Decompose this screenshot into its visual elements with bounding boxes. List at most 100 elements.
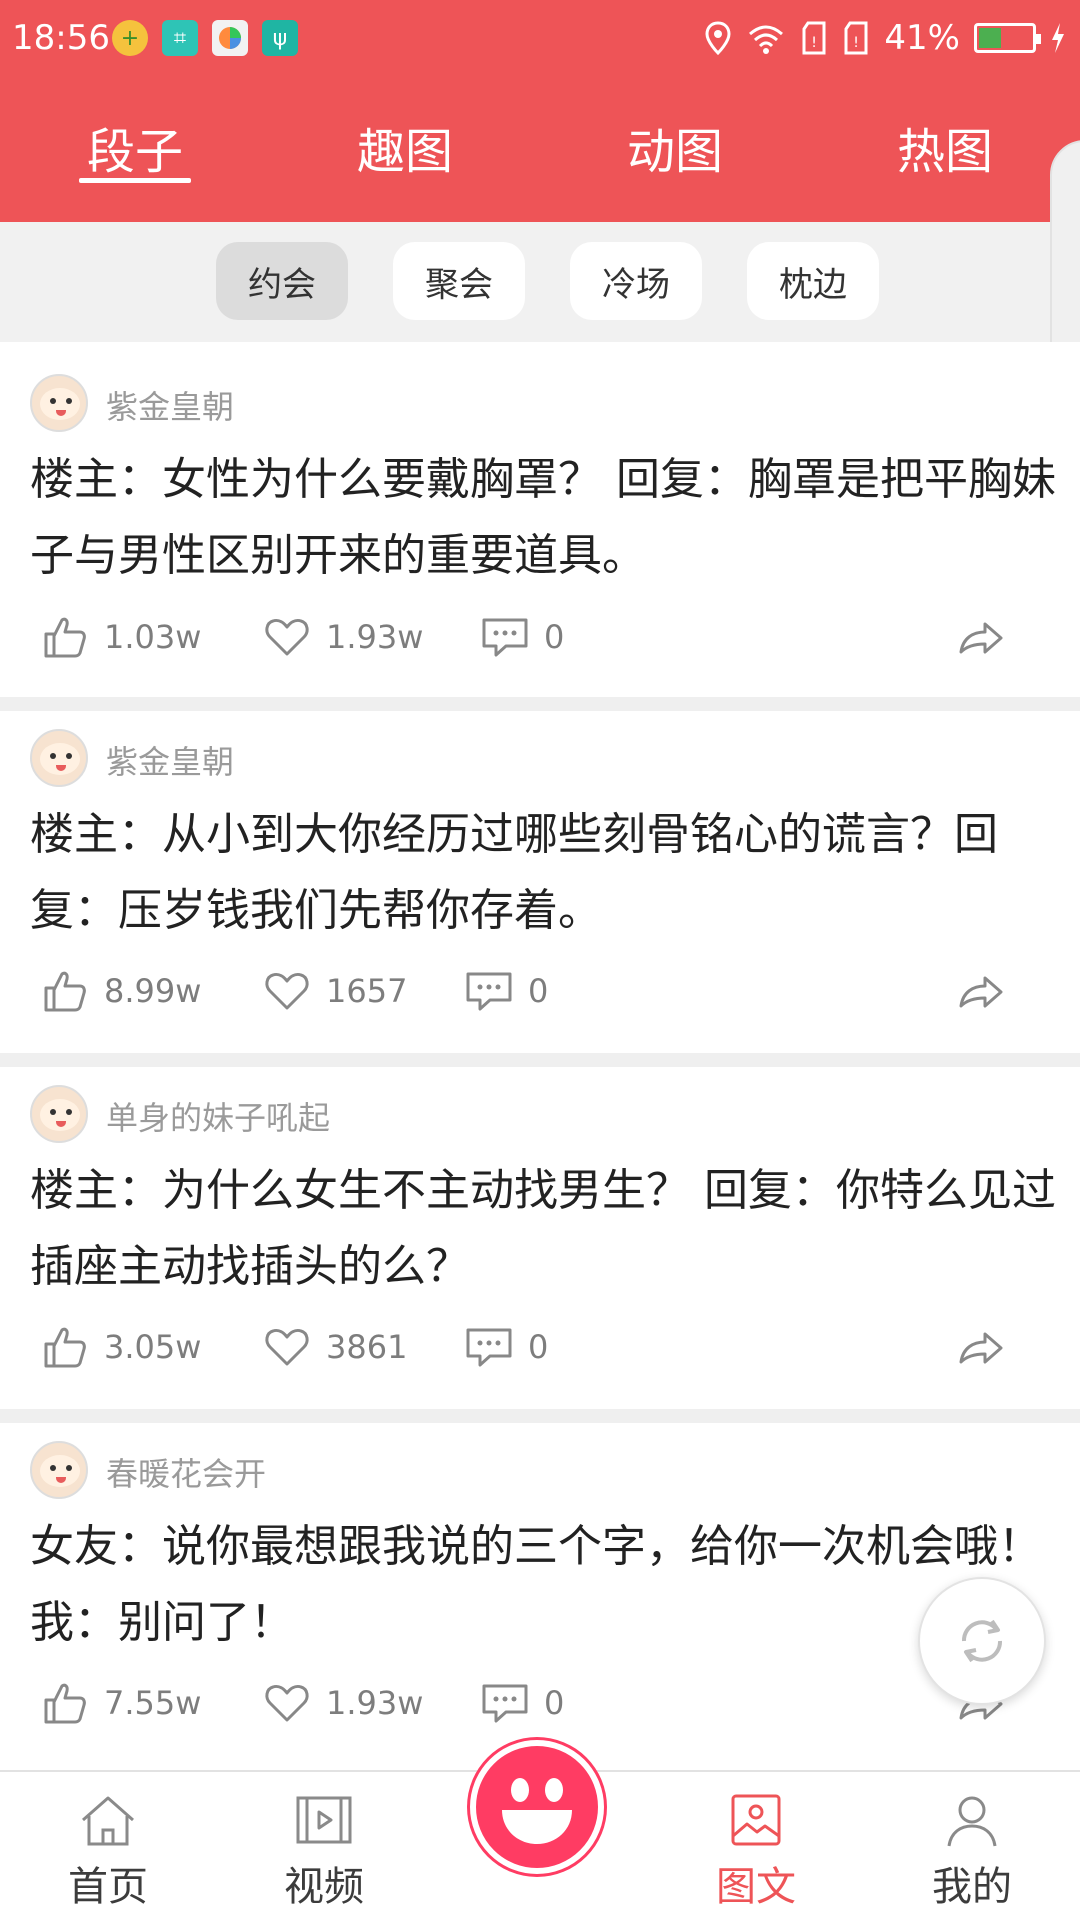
post-author[interactable]: 春暖花会开	[106, 1449, 266, 1495]
tab-dongtu[interactable]: 动图	[595, 112, 755, 182]
divider	[0, 1053, 1080, 1067]
share-button[interactable]	[955, 966, 1005, 1016]
status-right: ! ! 41%	[704, 18, 1066, 58]
location-icon	[705, 21, 731, 55]
status-time: 18:56	[12, 18, 110, 58]
like-button[interactable]: 1.03w	[40, 612, 201, 662]
comment-icon	[482, 1684, 528, 1723]
heart-icon	[265, 1685, 309, 1722]
nav-image-text-label: 图文	[716, 1864, 796, 1910]
favorite-button[interactable]: 1.93w	[262, 612, 423, 662]
nav-home[interactable]: 首页	[28, 1792, 188, 1912]
favorite-count: 1657	[326, 972, 408, 1010]
avatar[interactable]	[30, 374, 88, 432]
nav-profile[interactable]: 我的	[892, 1792, 1052, 1912]
thumbs-up-icon	[44, 1327, 86, 1368]
avatar[interactable]	[30, 1085, 88, 1143]
comment-button[interactable]: 0	[464, 1322, 548, 1372]
like-button[interactable]: 8.99w	[40, 966, 201, 1016]
share-icon	[959, 622, 1003, 654]
post-card[interactable]: 紫金皇朝 楼主：从小到大你经历过哪些刻骨铭心的谎言？回复：压岁钱我们先帮你存着。…	[0, 711, 1080, 1066]
post-author[interactable]: 紫金皇朝	[106, 382, 234, 428]
post-content[interactable]: 女友：说你最想跟我说的三个字，给你一次机会哦！ 我：别问了！	[30, 1509, 1060, 1661]
nav-video-label: 视频	[284, 1864, 364, 1910]
category-tabs: 段子 趣图 动图 热图	[0, 112, 1080, 192]
post-author[interactable]: 紫金皇朝	[106, 737, 234, 783]
comment-button[interactable]: 0	[480, 612, 564, 662]
chip-zhenbian[interactable]: 枕边	[747, 242, 879, 320]
share-icon	[959, 976, 1003, 1008]
refresh-icon	[961, 1619, 1003, 1663]
usb-icon: ψ	[262, 20, 298, 56]
app-header: 18:56 + ⌗ ψ ! ! 41% 段子 趣图 动图 热图	[0, 0, 1080, 222]
like-button[interactable]: 7.55w	[40, 1678, 201, 1728]
comment-button[interactable]: 0	[464, 966, 548, 1016]
comment-button[interactable]: 0	[480, 1678, 564, 1728]
chip-yuehui[interactable]: 约会	[216, 242, 348, 320]
like-button[interactable]: 3.05w	[40, 1322, 201, 1372]
like-count: 1.03w	[104, 618, 202, 656]
post-content[interactable]: 楼主：为什么女生不主动找男生？ 回复：你特么见过插座主动找插头的么？	[30, 1153, 1060, 1305]
share-icon	[959, 1332, 1003, 1364]
favorite-count: 3861	[326, 1328, 408, 1366]
like-count: 3.05w	[104, 1328, 202, 1366]
smiley-icon	[502, 1778, 572, 1844]
avatar[interactable]	[30, 729, 88, 787]
profile-icon	[947, 1796, 997, 1847]
notification-icons: + ⌗ ψ	[112, 20, 298, 56]
svg-text:!: !	[854, 35, 860, 51]
post-actions: 3.05w 3861 0	[0, 1322, 1080, 1382]
thumbs-up-icon	[44, 1683, 86, 1724]
share-button[interactable]	[955, 1322, 1005, 1372]
heart-icon	[265, 973, 309, 1010]
favorite-button[interactable]: 1657	[262, 966, 407, 1016]
divider	[0, 697, 1080, 711]
favorite-count: 1.93w	[326, 618, 424, 656]
center-action-button[interactable]	[470, 1740, 604, 1874]
tab-qutu[interactable]: 趣图	[325, 112, 485, 182]
nav-video[interactable]: 视频	[244, 1792, 404, 1912]
post-content[interactable]: 楼主：女性为什么要戴胸罩？ 回复：胸罩是把平胸妹子与男性区别开来的重要道具。	[30, 442, 1060, 594]
comment-count: 0	[544, 618, 565, 656]
nav-home-label: 首页	[68, 1864, 148, 1910]
post-actions: 7.55w 1.93w 0	[0, 1678, 1080, 1738]
charging-icon	[1052, 23, 1064, 53]
refresh-button[interactable]	[918, 1577, 1046, 1705]
nav-profile-label: 我的	[932, 1864, 1012, 1910]
favorite-button[interactable]: 1.93w	[262, 1678, 423, 1728]
video-icon	[296, 1796, 352, 1844]
chip-juhui[interactable]: 聚会	[393, 242, 525, 320]
subcategory-bar: 约会 聚会 冷场 枕边	[0, 222, 1080, 342]
scan-icon: ⌗	[162, 20, 198, 56]
post-content[interactable]: 楼主：从小到大你经历过哪些刻骨铭心的谎言？回复：压岁钱我们先帮你存着。	[30, 797, 1060, 949]
post-card[interactable]: 紫金皇朝 楼主：女性为什么要戴胸罩？ 回复：胸罩是把平胸妹子与男性区别开来的重要…	[0, 342, 1080, 697]
like-count: 7.55w	[104, 1684, 202, 1722]
comment-count: 0	[528, 1328, 549, 1366]
heart-icon	[265, 1329, 309, 1366]
favorite-button[interactable]: 3861	[262, 1322, 407, 1372]
thumbs-up-icon	[44, 971, 86, 1012]
comment-icon	[466, 972, 512, 1011]
svg-text:!: !	[812, 35, 818, 51]
status-bar: 18:56 + ⌗ ψ ! ! 41%	[0, 0, 1080, 80]
post-actions: 8.99w 1657 0	[0, 966, 1080, 1026]
browser-icon	[212, 20, 248, 56]
sim2-icon: !	[844, 21, 868, 55]
favorite-count: 1.93w	[326, 1684, 424, 1722]
battery-icon	[974, 23, 1041, 53]
wifi-icon	[749, 25, 784, 54]
comment-count: 0	[528, 972, 549, 1010]
battery-percent: 41%	[884, 18, 960, 58]
post-card[interactable]: 春暖花会开 女友：说你最想跟我说的三个字，给你一次机会哦！ 我：别问了！ 7.5…	[0, 1423, 1080, 1778]
share-button[interactable]	[955, 612, 1005, 662]
home-icon	[82, 1796, 134, 1846]
image-text-icon	[731, 1794, 781, 1846]
avatar[interactable]	[30, 1441, 88, 1499]
comment-icon	[466, 1328, 512, 1367]
chip-lengchang[interactable]: 冷场	[570, 242, 702, 320]
post-author[interactable]: 单身的妹子吼起	[106, 1093, 330, 1139]
tab-retu[interactable]: 热图	[865, 112, 1025, 182]
nav-image-text[interactable]: 图文	[676, 1792, 836, 1912]
post-card[interactable]: 单身的妹子吼起 楼主：为什么女生不主动找男生？ 回复：你特么见过插座主动找插头的…	[0, 1067, 1080, 1422]
tab-duanzi[interactable]: 段子	[55, 112, 215, 183]
